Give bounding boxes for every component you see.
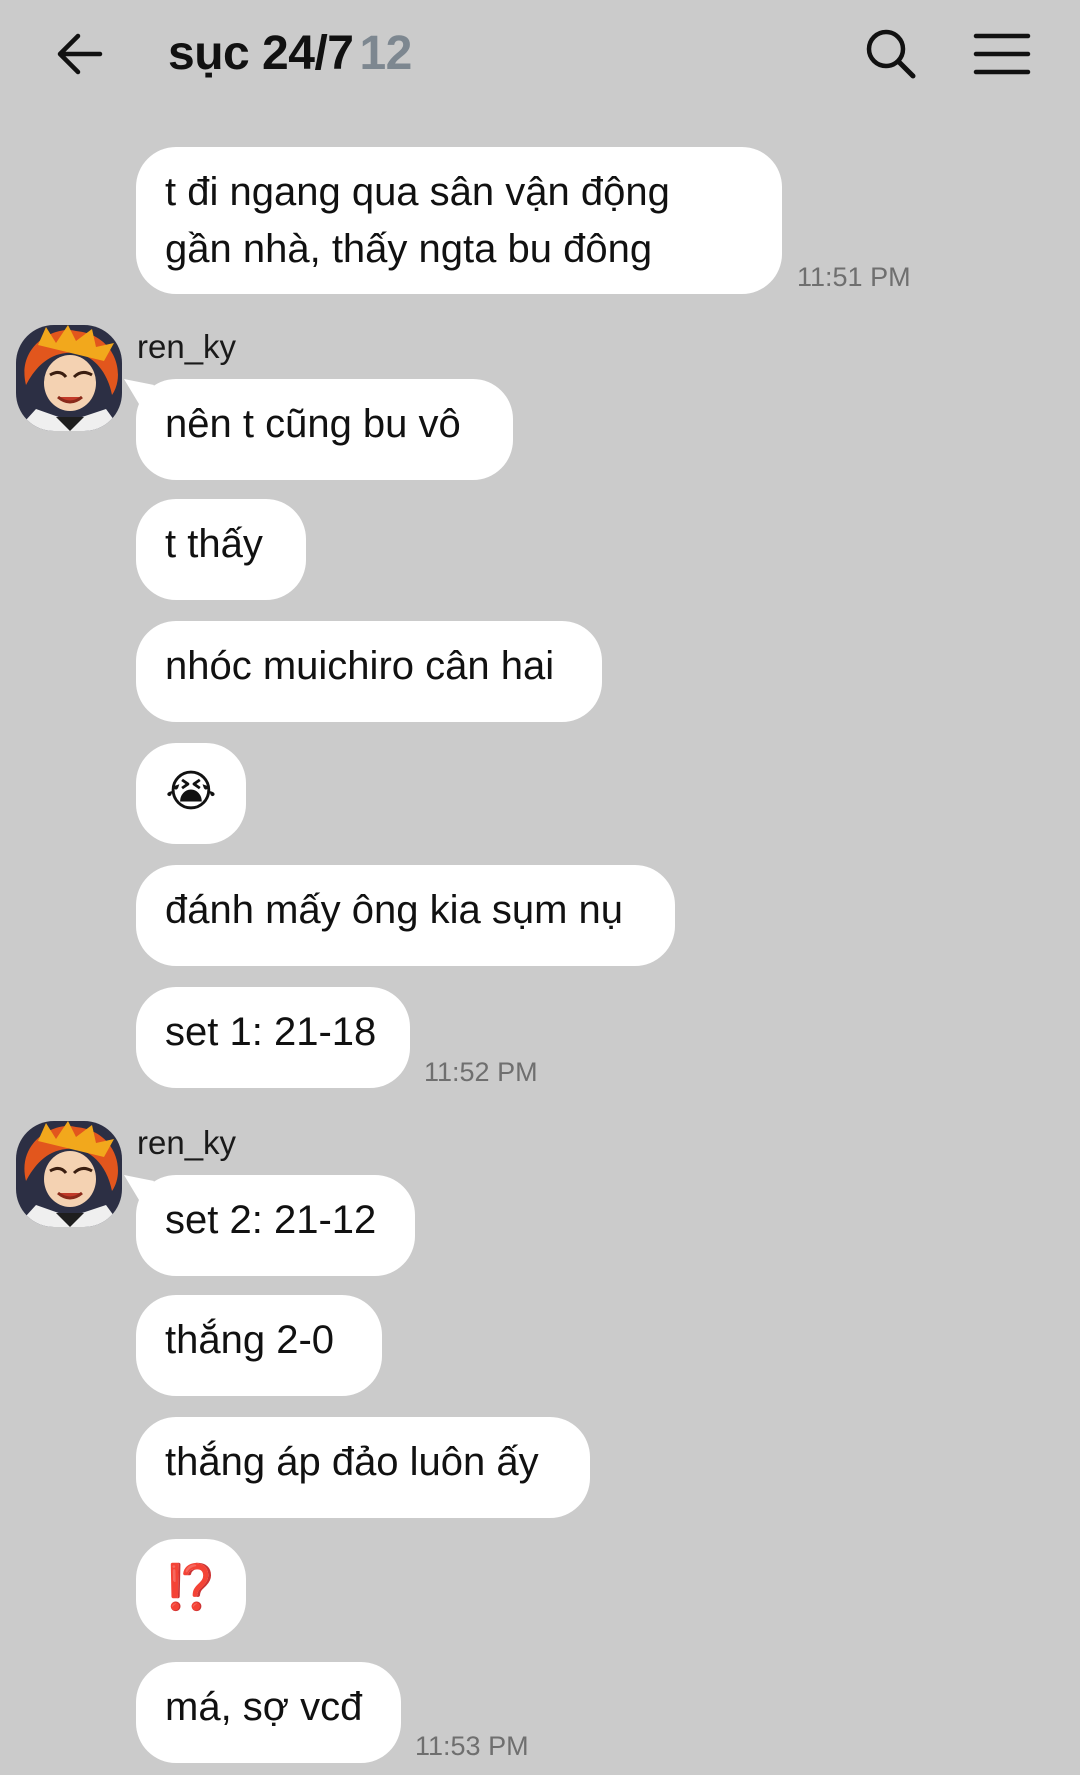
crying-emoji-icon: 😭 (165, 766, 217, 817)
message-bubble[interactable]: thắng áp đảo luôn ấy (136, 1417, 590, 1518)
chat-title: sục 24/7 12 (168, 22, 412, 86)
message-bubble[interactable]: set 1: 21-18 (136, 987, 410, 1088)
hamburger-menu-icon (973, 33, 1031, 75)
message-bubble[interactable]: ⁉️ (136, 1539, 246, 1640)
message-text: set 2: 21-12 (165, 1198, 377, 1242)
arrow-left-icon (57, 33, 103, 75)
chat-header: sục 24/7 12 (0, 0, 1080, 110)
member-count: 12 (359, 27, 412, 80)
message-timestamp: 11:51 PM (797, 262, 911, 292)
message-text: má, sợ vcđ (165, 1685, 363, 1729)
sender-name: ren_ky (137, 1124, 237, 1161)
message-timestamp: 11:52 PM (424, 1057, 538, 1087)
message-text: thắng 2-0 (165, 1318, 335, 1362)
back-button[interactable] (50, 22, 114, 86)
message-text: set 1: 21-18 (165, 1010, 377, 1054)
avatar[interactable] (16, 1121, 122, 1227)
message-bubble[interactable]: thắng 2-0 (136, 1295, 382, 1396)
avatar-image (16, 325, 122, 431)
message-text-line: gần nhà, thấy ngta bu đông (165, 227, 653, 271)
message-text: nhóc muichiro cân hai (165, 644, 555, 688)
menu-button[interactable] (970, 22, 1034, 86)
message-bubble[interactable]: t thấy (136, 499, 306, 600)
message-timestamp: 11:53 PM (415, 1731, 529, 1761)
message-bubble[interactable]: t đi ngang qua sân vận động gần nhà, thấ… (136, 147, 782, 294)
group-name: sục 24/7 (168, 27, 354, 80)
message-bubble[interactable]: 😭 (136, 743, 246, 844)
message-bubble[interactable]: nên t cũng bu vô (136, 379, 513, 480)
message-bubble[interactable]: má, sợ vcđ (136, 1662, 401, 1763)
message-text: đánh mấy ông kia sụm nụ (165, 888, 624, 932)
message-text-line: t đi ngang qua sân vận động (165, 170, 670, 214)
search-icon (866, 29, 916, 79)
avatar-image (16, 1121, 122, 1227)
avatar[interactable] (16, 325, 122, 431)
sender-name: ren_ky (137, 328, 237, 365)
message-text: nên t cũng bu vô (165, 402, 461, 446)
search-button[interactable] (858, 22, 922, 86)
message-text: t thấy (165, 522, 263, 566)
message-bubble[interactable]: set 2: 21-12 (136, 1175, 415, 1276)
message-bubble[interactable]: nhóc muichiro cân hai (136, 621, 602, 722)
interrobang-emoji-icon: ⁉️ (163, 1562, 219, 1613)
message-bubble[interactable]: đánh mấy ông kia sụm nụ (136, 865, 675, 966)
message-text: thắng áp đảo luôn ấy (165, 1440, 539, 1484)
